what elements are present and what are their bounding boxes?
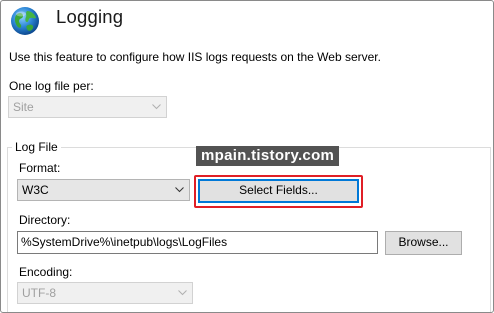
- log-file-per-value: Site: [13, 100, 34, 114]
- encoding-dropdown[interactable]: UTF-8: [17, 282, 193, 304]
- watermark-label: mpain.tistory.com: [196, 146, 340, 166]
- encoding-value: UTF-8: [22, 286, 56, 300]
- encoding-label: Encoding:: [19, 265, 73, 279]
- select-fields-highlight: [194, 175, 363, 208]
- page-title: Logging: [56, 6, 124, 27]
- log-file-per-label: One log file per:: [9, 79, 94, 93]
- chevron-down-icon: [152, 104, 161, 110]
- format-value: W3C: [22, 183, 49, 197]
- format-dropdown[interactable]: W3C: [17, 179, 190, 201]
- format-label: Format:: [19, 161, 61, 175]
- directory-label: Directory:: [19, 213, 71, 227]
- log-file-per-dropdown[interactable]: Site: [8, 96, 167, 118]
- directory-input[interactable]: %SystemDrive%\inetpub\logs\LogFiles: [17, 231, 378, 254]
- chevron-down-icon: [175, 187, 184, 193]
- logging-panel: Logging Use this feature to configure ho…: [0, 0, 494, 313]
- globe-icon: [11, 7, 39, 35]
- chevron-down-icon: [178, 290, 187, 296]
- log-file-group-title: Log File: [12, 140, 61, 154]
- browse-button[interactable]: Browse...: [385, 231, 462, 255]
- feature-description: Use this feature to configure how IIS lo…: [9, 50, 381, 64]
